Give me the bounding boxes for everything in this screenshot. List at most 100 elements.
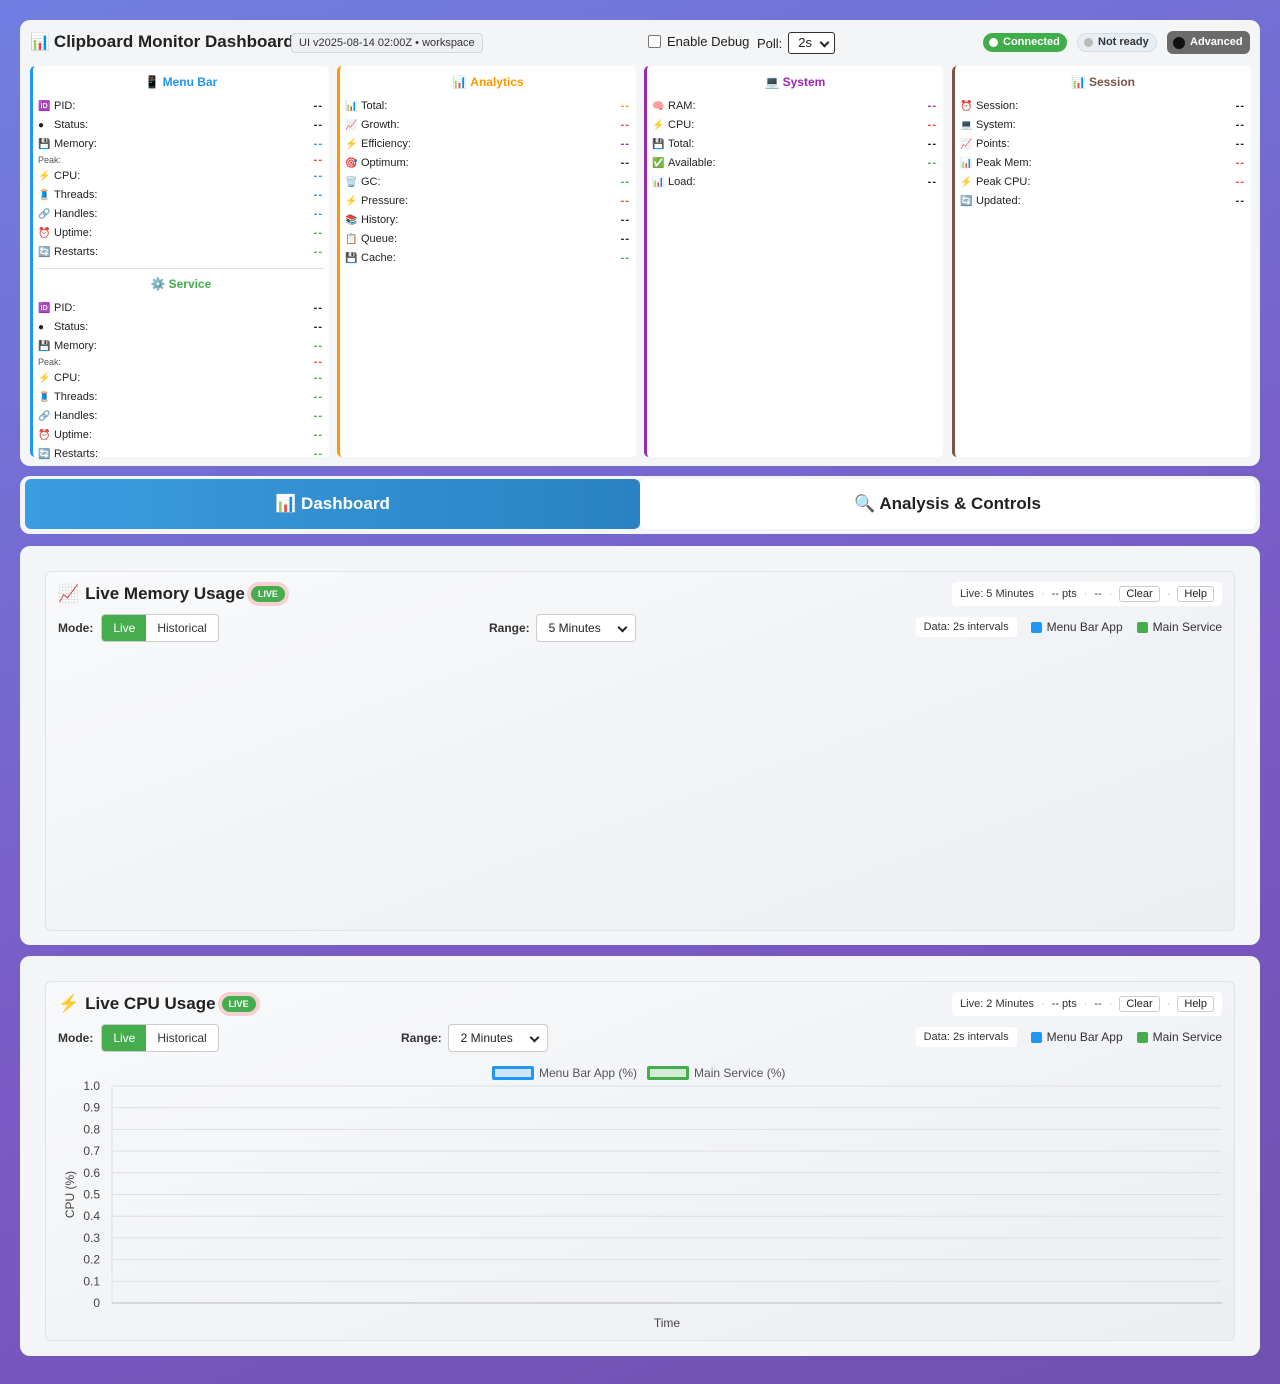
card-divider bbox=[37, 268, 325, 269]
row-icon: 📊 bbox=[345, 100, 358, 112]
y-tick-label: 0.1 bbox=[83, 1274, 100, 1288]
menubar-row-cpu: ⚡ CPU: -- bbox=[38, 166, 323, 185]
row-icon: 💾 bbox=[38, 340, 51, 352]
row-value: -- bbox=[1235, 118, 1245, 131]
row-label: Available: bbox=[668, 156, 716, 169]
trend-chart-icon: 📈 bbox=[58, 584, 80, 603]
range-select[interactable]: 5 Minutes bbox=[535, 614, 636, 642]
row-label: History: bbox=[361, 213, 399, 226]
gear-icon: ⚙️ bbox=[150, 277, 166, 291]
tab-dashboard[interactable]: 📊 Dashboard bbox=[25, 479, 640, 529]
row-label: Cache: bbox=[361, 251, 396, 264]
row-icon: 🧵 bbox=[38, 189, 51, 201]
analytics-row-efficiency: ⚡ Efficiency: -- bbox=[345, 134, 630, 153]
row-value: -- bbox=[313, 447, 323, 460]
latest-value: -- bbox=[1094, 998, 1102, 1010]
session-row-peakcpu: ⚡ Peak CPU: -- bbox=[960, 172, 1245, 191]
row-icon: 💾 bbox=[345, 252, 358, 264]
range-select[interactable]: 2 Minutes bbox=[447, 1024, 548, 1052]
status-header: 📊 Clipboard Monitor Dashboard UI v2025-08… bbox=[20, 20, 1260, 466]
legend-swatch bbox=[1136, 1031, 1148, 1043]
magnifier-icon: 🔍 bbox=[854, 494, 876, 513]
y-tick-label: 0.6 bbox=[83, 1166, 100, 1180]
row-label: Memory: bbox=[54, 137, 97, 150]
row-label: Memory: bbox=[54, 339, 97, 352]
help-button[interactable]: Help bbox=[1177, 996, 1214, 1012]
row-value: -- bbox=[313, 245, 323, 258]
row-value: -- bbox=[313, 169, 323, 182]
mode-historical-button[interactable]: Historical bbox=[146, 1025, 217, 1051]
analytics-row-gc: 🗑️ GC: -- bbox=[345, 172, 630, 191]
row-icon: ⚡ bbox=[345, 195, 358, 207]
menubar-row-restarts: 🔄 Restarts: -- bbox=[38, 242, 323, 261]
clear-button[interactable]: Clear bbox=[1119, 996, 1160, 1012]
debug-checkbox[interactable] bbox=[648, 35, 661, 48]
mode-live-button[interactable]: Live bbox=[102, 1025, 147, 1051]
row-label: Growth: bbox=[361, 118, 400, 131]
points-count: -- pts bbox=[1051, 998, 1077, 1010]
row-icon: 📈 bbox=[960, 138, 973, 150]
row-label: Queue: bbox=[361, 232, 398, 245]
analytics-row-history: 📚 History: -- bbox=[345, 210, 630, 229]
session-card-title: 📊 Session bbox=[1071, 75, 1135, 89]
row-icon: 📈 bbox=[345, 119, 358, 131]
y-tick-label: 0.9 bbox=[83, 1101, 100, 1115]
service-row-status: ● Status: -- bbox=[38, 317, 323, 336]
row-value: -- bbox=[1235, 99, 1245, 112]
cpu-chart-section: ⚡ Live CPU Usage LIVE Live: 2 Minutes · … bbox=[20, 956, 1260, 1356]
row-label: Optimum: bbox=[361, 156, 409, 169]
x-axis-label: Time bbox=[654, 1316, 681, 1330]
debug-toggle[interactable]: Enable Debug bbox=[648, 34, 749, 49]
ready-badge: Not ready bbox=[1077, 33, 1157, 52]
series-legend: Data: 2s intervals Menu Bar App Main Ser… bbox=[915, 1027, 1222, 1047]
row-value: -- bbox=[313, 118, 323, 131]
system-row-cpu: ⚡ CPU: -- bbox=[652, 115, 937, 134]
tab-analysis-controls[interactable]: 🔍 Analysis & Controls bbox=[640, 479, 1255, 529]
row-icon: ⚡ bbox=[345, 138, 358, 150]
mode-live-button[interactable]: Live bbox=[102, 615, 147, 641]
phone-icon: 📱 bbox=[144, 75, 160, 89]
help-button[interactable]: Help bbox=[1177, 586, 1214, 602]
row-value: -- bbox=[313, 355, 323, 368]
laptop-icon: 💻 bbox=[764, 75, 780, 89]
service-row-threads: 🧵 Threads: -- bbox=[38, 387, 323, 406]
session-row-points: 📈 Points: -- bbox=[960, 134, 1245, 153]
cpu-chart-card: ⚡ Live CPU Usage LIVE Live: 2 Minutes · … bbox=[45, 981, 1235, 1341]
mode-toggle: Live Historical bbox=[101, 1024, 219, 1052]
row-value: -- bbox=[620, 251, 630, 264]
y-tick-label: 0.8 bbox=[83, 1122, 100, 1136]
row-label: Peak: bbox=[38, 356, 62, 367]
row-label: System: bbox=[976, 118, 1016, 131]
row-value: -- bbox=[1235, 137, 1245, 150]
row-icon: 🔄 bbox=[38, 448, 51, 460]
y-tick-label: 0.5 bbox=[83, 1188, 100, 1202]
menubar-row-pid: 🆔 PID: -- bbox=[38, 96, 323, 115]
row-icon: ⏰ bbox=[960, 100, 973, 112]
mode-historical-button[interactable]: Historical bbox=[146, 615, 217, 641]
clear-button[interactable]: Clear bbox=[1119, 586, 1160, 602]
live-range-text: Live: 2 Minutes bbox=[960, 998, 1034, 1010]
version-tag: UI v2025-08-14 02:00Z • workspace bbox=[291, 33, 483, 53]
row-icon: 🎯 bbox=[345, 157, 358, 169]
row-value: -- bbox=[620, 213, 630, 226]
session-card: 📊 Session ⏰ Session: -- 💻 System: -- 📈 Points: --… bbox=[952, 66, 1251, 457]
row-label: Load: bbox=[668, 175, 696, 188]
y-tick-label: 0.7 bbox=[83, 1144, 100, 1158]
analytics-row-total: 📊 Total: -- bbox=[345, 96, 630, 115]
row-value: -- bbox=[313, 99, 323, 112]
row-value: -- bbox=[313, 390, 323, 403]
row-label: Total: bbox=[668, 137, 695, 150]
row-value: -- bbox=[927, 175, 937, 188]
poll-select[interactable]: 2s bbox=[788, 32, 836, 54]
row-label: Peak CPU: bbox=[976, 175, 1031, 188]
mode-control: Mode: Live Historical bbox=[58, 1024, 219, 1052]
row-value: -- bbox=[313, 320, 323, 333]
advanced-toggle[interactable]: Advanced bbox=[1167, 31, 1250, 54]
row-label: PID: bbox=[54, 99, 76, 112]
service-row-peak: Peak: -- bbox=[38, 355, 323, 368]
menubar-row-uptime: ⏰ Uptime: -- bbox=[38, 223, 323, 242]
row-value: -- bbox=[1235, 175, 1245, 188]
menubar-card-title: 📱 Menu Bar bbox=[144, 75, 218, 89]
row-label: Pressure: bbox=[361, 194, 409, 207]
black-circle-icon bbox=[1173, 36, 1185, 49]
